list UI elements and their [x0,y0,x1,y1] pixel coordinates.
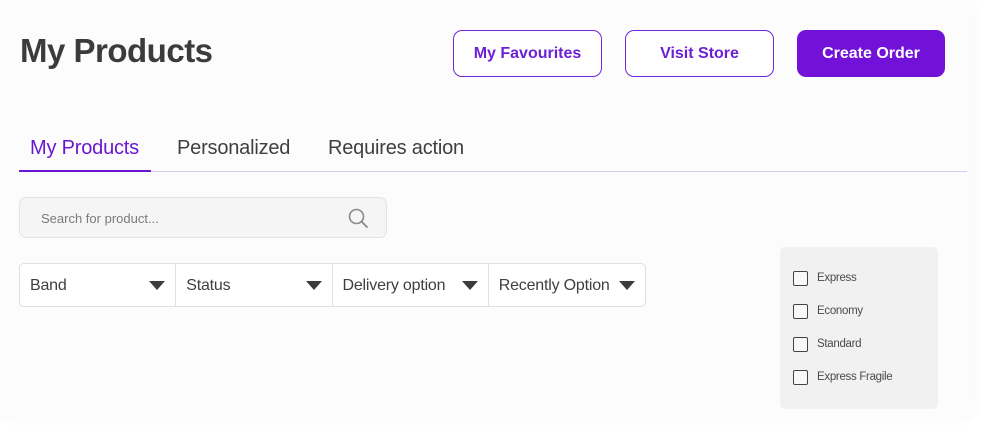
checkbox-standard[interactable]: Standard [793,335,862,353]
filter-bar: Band Status Delivery option Recently Opt… [19,263,646,307]
page-title: My Products [20,32,213,69]
search-box [19,197,387,239]
caret-down-icon [149,281,166,290]
delivery-options-panel: Express Economy Standard Express Fragile [780,247,938,409]
visit-store-button[interactable]: Visit Store [625,30,774,77]
filter-status-dropdown[interactable]: Status [176,264,333,306]
checkbox-label: Standard [817,338,862,350]
tab-my-products[interactable]: My Products [30,137,139,160]
filter-recently-option-dropdown[interactable]: Recently Option [489,264,645,306]
checkbox-icon[interactable] [793,336,808,352]
filter-label: Band [30,277,67,294]
filter-band-dropdown[interactable]: Band [20,264,177,306]
caret-down-icon [461,281,478,290]
filter-label: Status [186,277,231,294]
checkbox-express[interactable]: Express [793,269,857,287]
tab-bar: My Products Personalized Requires action [19,128,967,172]
tab-requires-action[interactable]: Requires action [328,137,464,160]
search-input[interactable] [39,198,333,239]
create-order-button[interactable]: Create Order [797,30,945,77]
caret-down-icon [305,281,322,290]
tab-personalized[interactable]: Personalized [177,137,290,160]
filter-label: Recently Option [498,277,610,294]
search-icon[interactable] [347,207,369,229]
checkbox-icon[interactable] [793,369,808,385]
main-panel: My Products My Favourites Visit Store Cr… [0,0,972,418]
caret-down-icon [619,281,635,290]
checkbox-label: Economy [817,305,863,317]
checkbox-express-fragile[interactable]: Express Fragile [793,368,893,386]
checkbox-icon[interactable] [793,270,808,286]
filter-label: Delivery option [342,277,446,294]
checkbox-label: Express [817,272,857,284]
active-tab-indicator [19,170,151,172]
filter-delivery-option-dropdown[interactable]: Delivery option [333,264,489,306]
checkbox-label: Express Fragile [817,371,893,383]
my-favourites-button[interactable]: My Favourites [453,30,602,77]
checkbox-economy[interactable]: Economy [793,302,863,320]
checkbox-icon[interactable] [793,303,808,319]
